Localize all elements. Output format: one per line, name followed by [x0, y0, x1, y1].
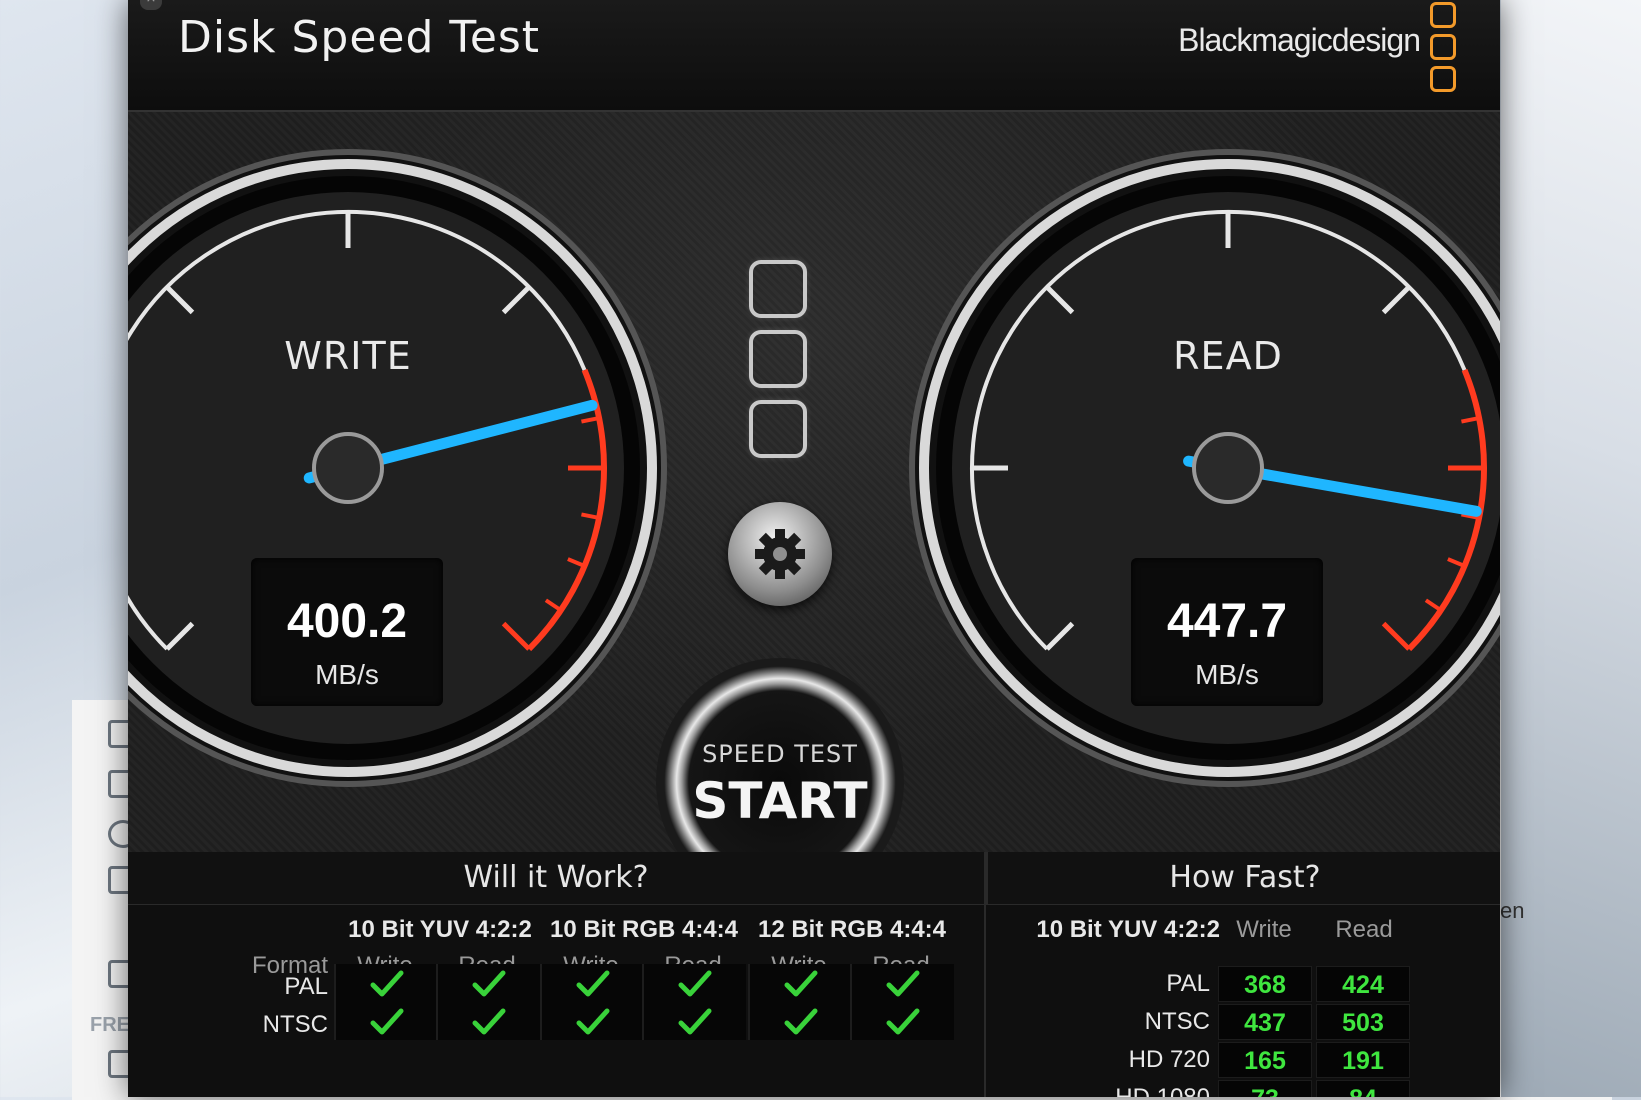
table-row: NTSC	[136, 1002, 956, 1040]
checkmark-icon	[472, 970, 506, 997]
read-speed-value: 447.7	[1166, 595, 1288, 648]
start-button-label: START	[692, 772, 868, 830]
write-speed-unit: MB/s	[315, 659, 379, 690]
start-button-caption: SPEED TEST	[702, 740, 858, 768]
gauge-panel: WRITE 400.2 MB/s SPEED TEST START READ 4…	[128, 112, 1500, 906]
write-gauge-label: WRITE	[284, 334, 412, 378]
close-button[interactable]: ×	[140, 0, 162, 10]
brand-name: Blackmagicdesign	[1178, 22, 1421, 58]
group-header-rgb444-10: 10 Bit RGB 4:4:4	[549, 916, 739, 943]
compat-cell	[748, 964, 852, 1002]
speed-format: NTSC	[1144, 1008, 1210, 1035]
checkmark-icon	[678, 1008, 712, 1035]
gauge-hub	[1192, 432, 1264, 504]
how-fast-group-header: 10 Bit YUV 4:2:2	[1036, 916, 1220, 943]
checkmark-icon	[784, 970, 818, 997]
speed-format: PAL	[1166, 970, 1210, 997]
how-fast-write-header: Write	[1236, 916, 1292, 943]
speed-row: NTSC 437 503	[1002, 1004, 1452, 1040]
speed-row: PAL 368 424	[1002, 966, 1452, 1002]
speed-row: HD 720 165 191	[1002, 1042, 1452, 1078]
fps-read-value: 503	[1316, 1004, 1410, 1040]
background-wallpaper	[1501, 0, 1641, 1097]
compat-cell	[748, 1002, 852, 1040]
checkmark-icon	[472, 1008, 506, 1035]
compat-cell	[436, 964, 540, 1002]
how-fast-read-header: Read	[1335, 916, 1393, 943]
speed-row: HD 1080 7384	[1002, 1080, 1452, 1097]
section-divider	[984, 852, 986, 1097]
speed-format: HD 720	[1128, 1046, 1210, 1073]
fps-write-value: 368	[1218, 966, 1312, 1002]
compat-cell	[642, 964, 746, 1002]
will-it-work-title: Will it Work?	[128, 852, 984, 905]
speed-format: HD 1080	[1002, 1080, 1210, 1097]
group-header-yuv422: 10 Bit YUV 4:2:2	[348, 916, 532, 943]
table-row: PAL	[136, 964, 956, 1002]
checkmark-icon	[370, 1008, 404, 1035]
gauge-hub	[312, 432, 384, 504]
sidebar-section-label: FRE	[90, 1014, 130, 1036]
compat-cell	[642, 1002, 746, 1040]
format-name: NTSC	[262, 1011, 328, 1038]
disk-speed-test-window: × Disk Speed Test Blackmagicdesign WRITE…	[128, 0, 1500, 1097]
gear-icon	[755, 529, 805, 579]
write-gauge: WRITE 400.2 MB/s	[128, 138, 678, 798]
will-it-work-table: PAL NTSC	[136, 964, 956, 1040]
format-name: PAL	[284, 973, 328, 1000]
background-text: en	[1500, 898, 1525, 923]
compat-cell	[540, 964, 644, 1002]
checkmark-icon	[678, 970, 712, 997]
read-speed-unit: MB/s	[1195, 659, 1259, 690]
checkmark-icon	[886, 1008, 920, 1035]
checkmark-icon	[784, 1008, 818, 1035]
fps-read-value: 84	[1316, 1080, 1410, 1097]
blackmagic-center-logo-icon	[749, 260, 809, 470]
app-title: Disk Speed Test	[178, 12, 541, 63]
fps-write-value: 73	[1218, 1080, 1312, 1097]
fps-read-value: 424	[1316, 966, 1410, 1002]
fps-write-value: 165	[1218, 1042, 1312, 1078]
fps-read-value: 191	[1316, 1042, 1410, 1078]
group-header-rgb444-12: 12 Bit RGB 4:4:4	[757, 916, 947, 943]
checkmark-icon	[370, 970, 404, 997]
compat-cell	[436, 1002, 540, 1040]
checkmark-icon	[576, 970, 610, 997]
compat-cell	[334, 1002, 438, 1040]
compat-cell	[850, 1002, 954, 1040]
compat-cell	[850, 964, 954, 1002]
checkmark-icon	[576, 1008, 610, 1035]
write-speed-value: 400.2	[286, 595, 408, 648]
read-readout: 447.7 MB/s	[1131, 558, 1323, 706]
read-gauge-label: READ	[1173, 334, 1283, 378]
how-fast-title: How Fast?	[986, 852, 1500, 905]
fps-write-value: 437	[1218, 1004, 1312, 1040]
compat-cell	[334, 964, 438, 1002]
how-fast-table: PAL 368424 NTSC 437503 HD 720 165191 HD 1080 73…	[1002, 966, 1462, 1097]
blackmagic-logo-icon	[1430, 2, 1456, 98]
checkmark-icon	[886, 970, 920, 997]
settings-button[interactable]	[728, 502, 832, 606]
compat-cell	[540, 1002, 644, 1040]
read-gauge: READ 447.7 MB/s	[898, 138, 1500, 798]
title-bar: × Disk Speed Test Blackmagicdesign	[128, 0, 1500, 112]
write-readout: 400.2 MB/s	[251, 558, 443, 706]
